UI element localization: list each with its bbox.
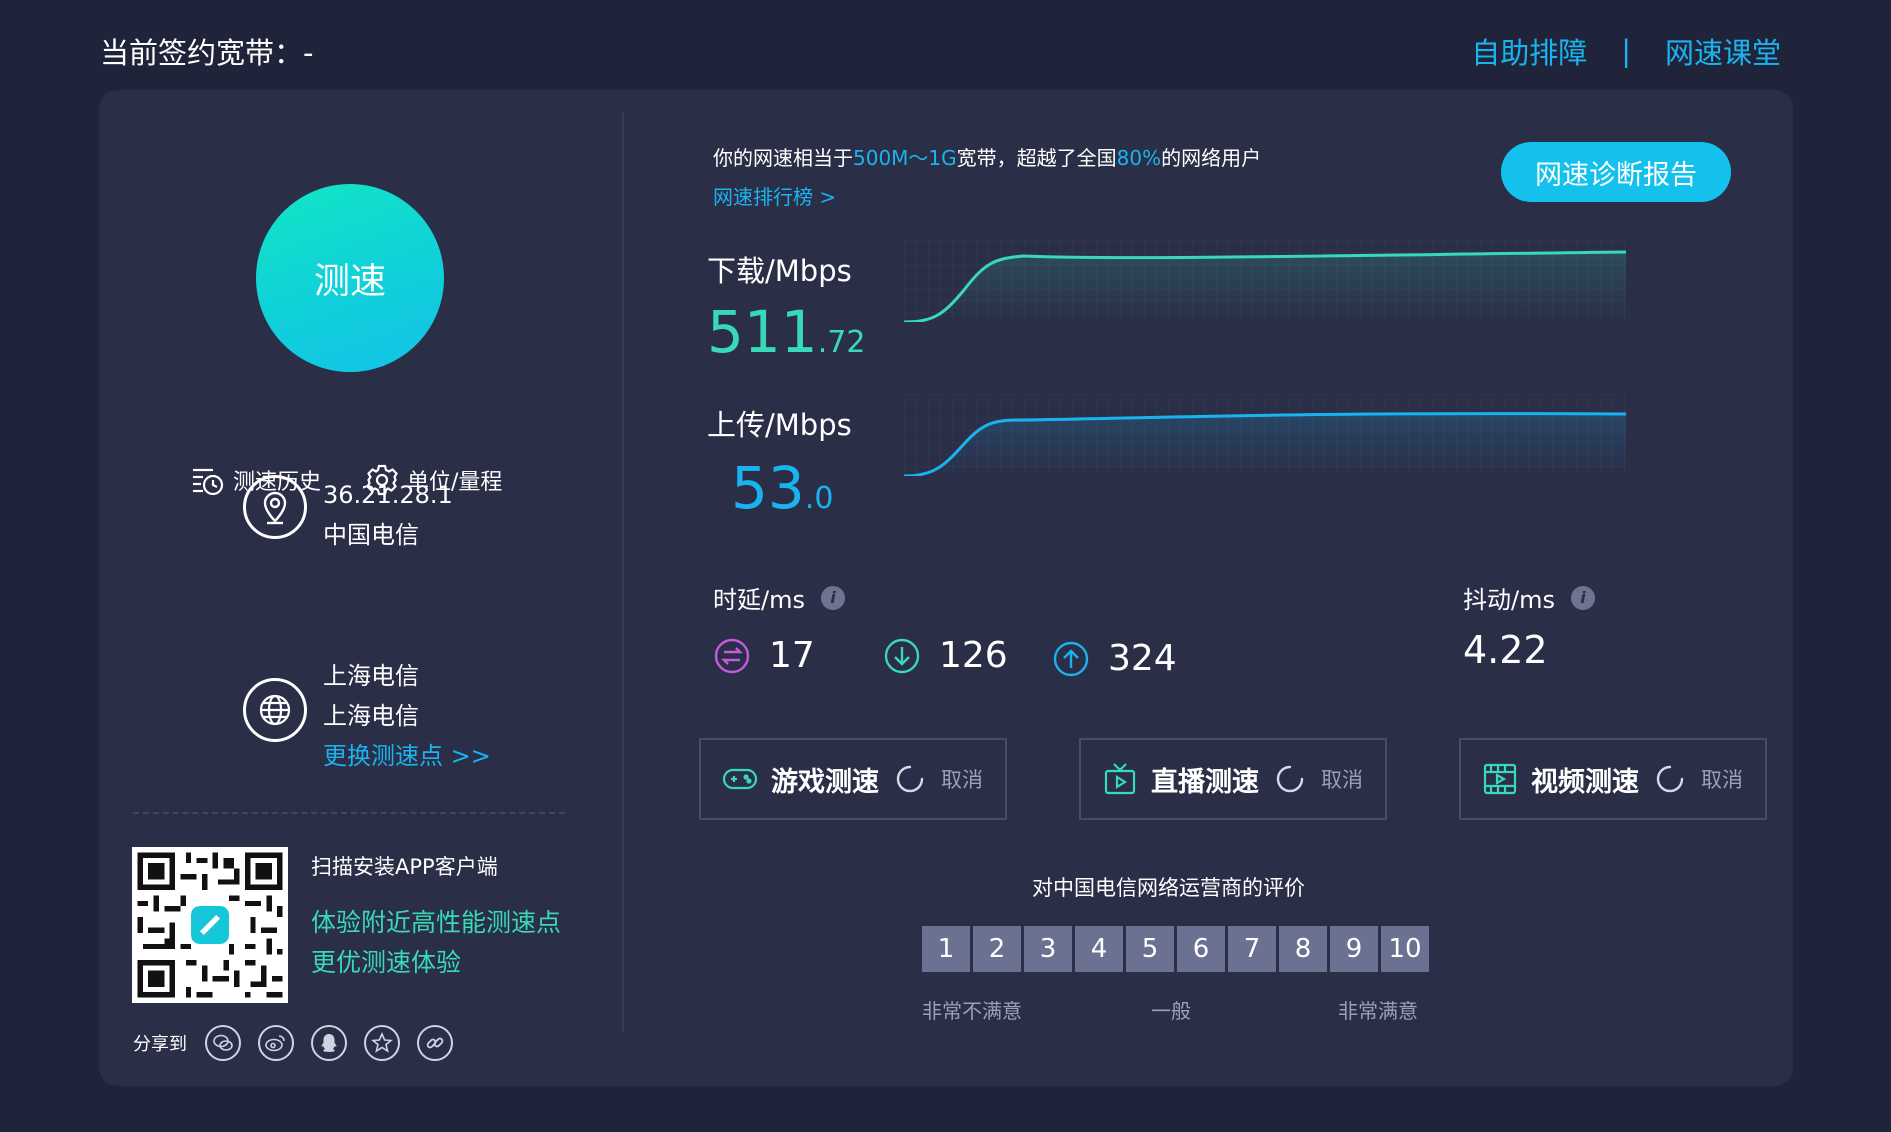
summary-prefix: 你的网速相当于 <box>713 146 853 170</box>
arrow-up-icon <box>1053 641 1089 676</box>
loading-spinner-icon <box>1276 765 1304 793</box>
download-int: 511 <box>707 298 818 366</box>
change-server-link[interactable]: 更换测速点 >> <box>323 736 491 776</box>
jitter-label-text: 抖动/ms <box>1463 586 1555 614</box>
loading-spinner-icon <box>896 765 924 793</box>
film-icon <box>1483 763 1517 795</box>
share-row: 分享到 <box>133 1025 470 1061</box>
share-label: 分享到 <box>133 1034 187 1055</box>
upload-value: 53.0 <box>731 458 833 529</box>
summary-middle: 宽带，超越了全国 <box>956 146 1117 170</box>
rating-option-4[interactable]: 4 <box>1075 926 1123 972</box>
rating-option-8[interactable]: 8 <box>1279 926 1327 972</box>
server-info: 上海电信 上海电信 更换测速点 >> <box>243 656 491 776</box>
speed-summary: 你的网速相当于500M～1G宽带，超越了全国80%的网络用户 网速排行榜 > <box>713 142 1261 210</box>
app-qr-code <box>132 847 288 1003</box>
video-test-box: 视频测速 取消 <box>1459 738 1767 820</box>
upload-int: 53 <box>731 454 805 522</box>
client-ip: 36.21.28.1 <box>323 481 453 509</box>
live-test-button[interactable]: 直播测速 <box>1151 760 1259 799</box>
summary-suffix: 的网络用户 <box>1161 146 1262 170</box>
client-info: 36.21.28.1 中国电信 <box>243 475 453 555</box>
rating-option-2[interactable]: 2 <box>973 926 1021 972</box>
rating-mid-label: 一般 <box>1151 999 1191 1023</box>
summary-percent: 80% <box>1116 146 1162 170</box>
game-test-cancel[interactable]: 取消 <box>941 764 983 794</box>
rating-option-7[interactable]: 7 <box>1228 926 1276 972</box>
rating-scale: 1 2 3 4 5 6 7 8 9 10 <box>922 926 1429 972</box>
header-separator: | <box>1621 34 1631 68</box>
wechat-icon[interactable] <box>205 1025 241 1061</box>
location-pin-icon <box>243 475 307 539</box>
qzone-icon[interactable] <box>364 1025 400 1061</box>
arrow-down-icon <box>884 638 920 673</box>
latency-idle-value: 17 <box>769 635 815 676</box>
server-name: 上海电信 <box>323 662 419 690</box>
rating-option-1[interactable]: 1 <box>922 926 970 972</box>
live-test-cancel[interactable]: 取消 <box>1321 764 1363 794</box>
latency-download-value: 126 <box>939 635 1008 676</box>
rating-option-5[interactable]: 5 <box>1126 926 1174 972</box>
tv-icon <box>1104 763 1136 795</box>
start-speed-test-button[interactable]: 测速 <box>256 184 444 372</box>
upload-graph <box>904 394 1626 476</box>
rating-low-label: 非常不满意 <box>922 999 1022 1023</box>
download-value: 511.72 <box>707 302 865 373</box>
link-icon[interactable] <box>417 1025 453 1061</box>
self-troubleshoot-link[interactable]: 自助排障 <box>1471 30 1587 72</box>
rating-option-6[interactable]: 6 <box>1177 926 1225 972</box>
game-test-box: 游戏测速 取消 <box>699 738 1007 820</box>
jitter-info-icon[interactable]: i <box>1570 585 1595 610</box>
client-isp: 中国电信 <box>323 521 419 549</box>
download-dec: .72 <box>817 325 866 360</box>
jitter-label: 抖动/ms i <box>1463 580 1595 615</box>
qr-benefit-2: 更优测速体验 <box>311 948 462 977</box>
video-test-cancel[interactable]: 取消 <box>1701 764 1743 794</box>
dashed-divider <box>133 812 565 814</box>
latency-download: 126 <box>883 635 1008 676</box>
upload-label: 上传/Mbps <box>707 408 852 442</box>
upload-dec: .0 <box>804 481 834 516</box>
loading-spinner-icon <box>1656 765 1684 793</box>
latency-label: 时延/ms i <box>713 580 845 615</box>
exchange-icon <box>714 638 750 673</box>
contract-bandwidth-title: 当前签约宽带：- <box>100 36 314 70</box>
rating-high-label: 非常满意 <box>1338 999 1418 1023</box>
header-links: 自助排障 | 网速课堂 <box>1471 30 1781 72</box>
latency-info-icon[interactable]: i <box>820 585 845 610</box>
video-test-button[interactable]: 视频测速 <box>1531 760 1639 799</box>
rating-option-10[interactable]: 10 <box>1381 926 1429 972</box>
summary-tier: 500M～1G <box>853 146 957 170</box>
jitter-value: 4.22 <box>1463 628 1548 672</box>
rating-option-3[interactable]: 3 <box>1024 926 1072 972</box>
speed-ranking-link[interactable]: 网速排行榜 > <box>713 181 1261 210</box>
server-isp: 上海电信 <box>323 702 419 730</box>
qq-icon[interactable] <box>311 1025 347 1061</box>
latency-label-text: 时延/ms <box>713 586 805 614</box>
game-test-button[interactable]: 游戏测速 <box>771 760 879 799</box>
download-graph <box>904 240 1626 322</box>
speed-class-link[interactable]: 网速课堂 <box>1665 30 1781 72</box>
rating-title: 对中国电信网络运营商的评价 <box>1032 876 1305 900</box>
latency-upload: 324 <box>1052 638 1177 679</box>
download-label: 下载/Mbps <box>707 254 852 288</box>
latency-upload-value: 324 <box>1108 638 1177 679</box>
panel-divider <box>622 112 624 1032</box>
live-test-box: 直播测速 取消 <box>1079 738 1387 820</box>
main-card: 测速 测速历史 单位/量程 36.21.28.1 中国电信 上海电信 上海电信 … <box>99 90 1793 1086</box>
qr-benefit-1: 体验附近高性能测速点 <box>311 908 562 937</box>
rating-option-9[interactable]: 9 <box>1330 926 1378 972</box>
history-icon <box>193 468 224 496</box>
globe-icon <box>243 678 307 742</box>
weibo-icon[interactable] <box>258 1025 294 1061</box>
qr-install-text: 扫描安装APP客户端 <box>311 855 498 879</box>
diagnosis-report-button[interactable]: 网速诊断报告 <box>1501 142 1731 202</box>
latency-idle: 17 <box>713 635 815 676</box>
gamepad-icon <box>722 768 758 790</box>
